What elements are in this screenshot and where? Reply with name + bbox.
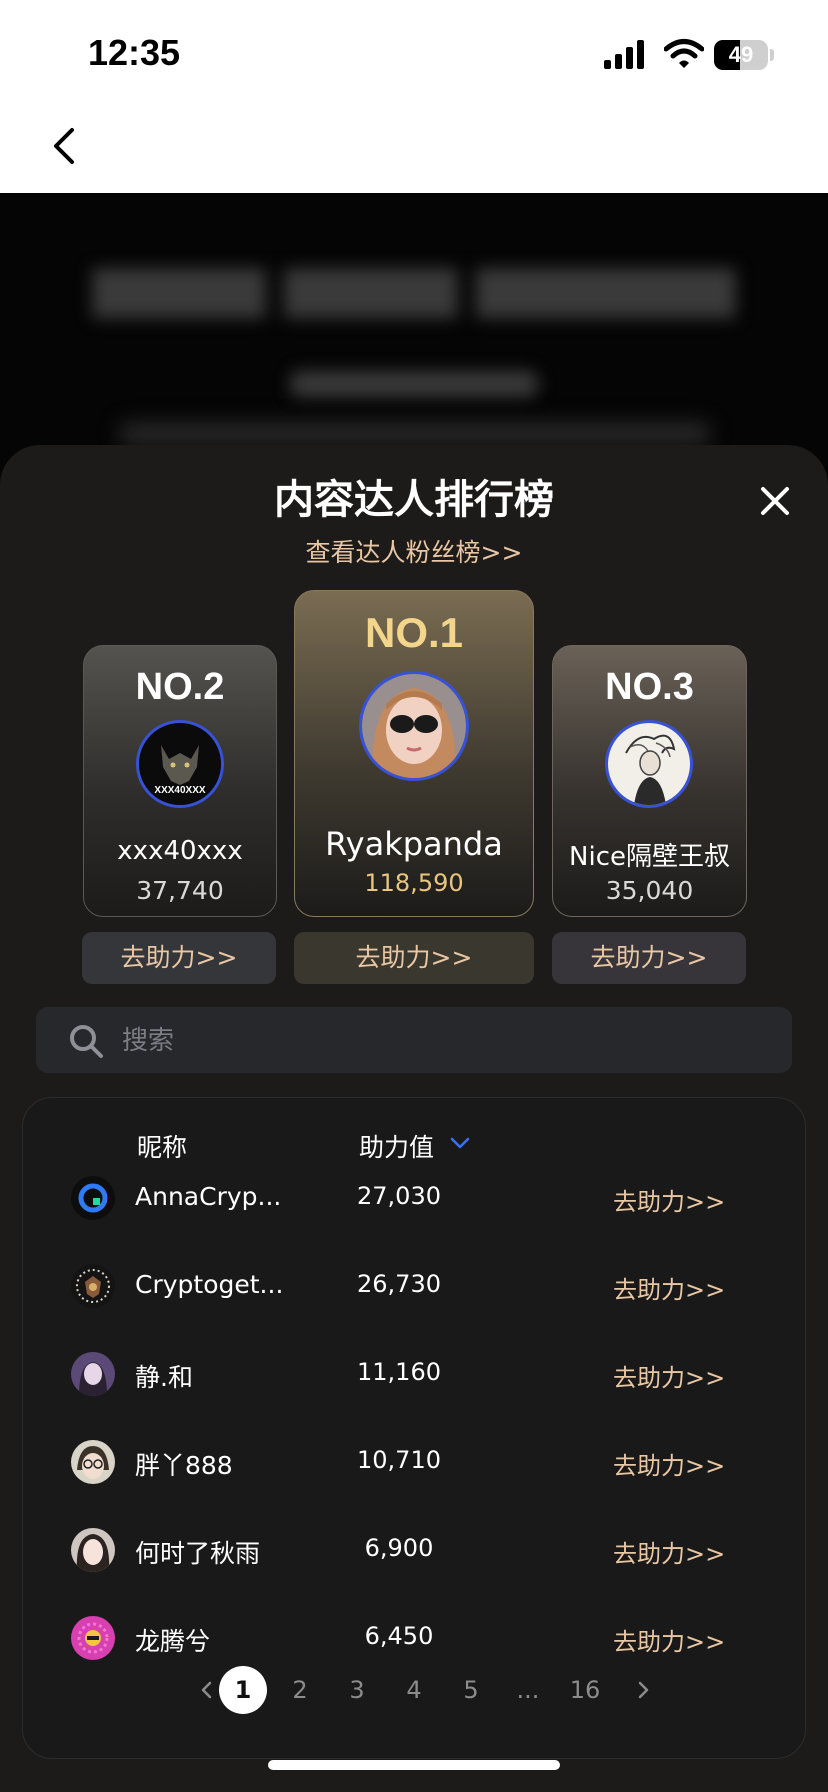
row-name: 龙腾兮: [135, 1627, 211, 1656]
home-indicator[interactable]: [268, 1760, 560, 1770]
battery-icon: 49: [714, 40, 768, 70]
page-4[interactable]: 4: [390, 1666, 438, 1714]
avatar-text: XXX40XXX: [154, 785, 205, 796]
podium-card-rank-3: NO.3 Nice隔壁王叔 35,040: [552, 645, 747, 917]
table-row: AnnaCryp... 27,030 去助力>>: [23, 1154, 805, 1242]
avatar[interactable]: XXX40XXX: [136, 720, 224, 808]
chevron-right-icon[interactable]: [619, 1666, 667, 1714]
podium-name: Nice隔壁王叔: [569, 842, 730, 872]
page-16[interactable]: 16: [561, 1666, 609, 1714]
search-bar: [36, 1007, 792, 1075]
row-name: AnnaCryp...: [135, 1182, 282, 1211]
rank-label: NO.3: [605, 666, 694, 708]
support-button-rank-1[interactable]: 去助力>>: [294, 932, 534, 984]
podium-card-rank-2: NO.2 XXX40XXX xxx40xxx 37,740: [83, 645, 277, 917]
podium-score: 37,740: [136, 876, 224, 905]
wolf-avatar-image: XXX40XXX: [139, 723, 221, 805]
row-value: 6,450: [364, 1622, 434, 1650]
avatar[interactable]: [605, 720, 693, 808]
sketch-avatar-image: [608, 723, 690, 805]
signal-icon: [604, 40, 644, 69]
blurred-heading: ▆▆▆▆ ▆▆▆▆ ▆▆▆▆▆▆: [93, 253, 735, 318]
page-1[interactable]: 1: [219, 1666, 267, 1714]
page-ellipsis: ...: [516, 1676, 540, 1704]
search-input[interactable]: [120, 1007, 764, 1075]
emblem-avatar-image: [71, 1264, 115, 1308]
row-name: 胖丫888: [135, 1451, 233, 1480]
fans-ranking-link[interactable]: 查看达人粉丝榜>>: [0, 533, 828, 569]
blurred-row: [120, 423, 710, 445]
sunglasses-avatar-image: [362, 674, 466, 778]
avatar[interactable]: [71, 1352, 115, 1396]
row-support-button[interactable]: 去助力>>: [613, 1534, 725, 1569]
page-5[interactable]: 5: [447, 1666, 495, 1714]
row-support-button[interactable]: 去助力>>: [613, 1270, 725, 1305]
table-row: 胖丫888 10,710 去助力>>: [23, 1418, 805, 1506]
nav-bar: [0, 100, 828, 193]
table-row: 何时了秋雨 6,900 去助力>>: [23, 1506, 805, 1594]
avatar[interactable]: [71, 1616, 115, 1660]
support-button-rank-3[interactable]: 去助力>>: [552, 932, 746, 984]
battery-level: 49: [728, 42, 754, 67]
status-bar: 12:35 49: [0, 0, 828, 100]
table-row: 静.和 11,160 去助力>>: [23, 1330, 805, 1418]
pagination: 1 2 3 4 5 ... 16: [23, 1666, 805, 1716]
page-2[interactable]: 2: [276, 1666, 324, 1714]
ranking-sheet: 内容达人排行榜 查看达人粉丝榜>> NO.2 XXX40XXX xxx40xxx…: [0, 445, 828, 1792]
row-value: 11,160: [357, 1358, 441, 1386]
row-support-button[interactable]: 去助力>>: [613, 1446, 725, 1481]
row-value: 26,730: [357, 1270, 441, 1298]
sheet-title: 内容达人排行榜: [274, 477, 554, 523]
row-value: 6,900: [364, 1534, 434, 1562]
avatar[interactable]: [71, 1528, 115, 1572]
rank-label: NO.2: [135, 666, 225, 708]
avatar[interactable]: [359, 671, 469, 781]
podium-name: Ryakpanda: [325, 825, 503, 863]
avatar[interactable]: [71, 1264, 115, 1308]
close-icon[interactable]: [755, 481, 795, 521]
chevron-left-icon[interactable]: [44, 124, 84, 168]
face-avatar-image: [71, 1528, 115, 1572]
row-value: 10,710: [357, 1446, 441, 1474]
portrait-avatar-image: [71, 1352, 115, 1396]
battery-cap: [770, 49, 774, 61]
podium-card-rank-1: NO.1 Ryakpanda 118,590: [294, 590, 534, 917]
blurred-subheading: [290, 371, 538, 397]
support-button-rank-2[interactable]: 去助力>>: [82, 932, 276, 984]
rank-label: NO.1: [364, 609, 464, 656]
table-row: Cryptoget... 26,730 去助力>>: [23, 1242, 805, 1330]
logo-avatar-image: [71, 1176, 115, 1220]
row-value: 27,030: [357, 1182, 441, 1210]
search-icon: [70, 1025, 103, 1058]
row-name: 何时了秋雨: [135, 1539, 261, 1568]
podium-score: 118,590: [364, 869, 464, 897]
row-support-button[interactable]: 去助力>>: [613, 1622, 725, 1657]
avatar[interactable]: [71, 1440, 115, 1484]
chevron-down-icon[interactable]: [447, 1130, 473, 1156]
cartoon-avatar-image: [71, 1616, 115, 1660]
status-time: 12:35: [88, 32, 181, 73]
row-support-button[interactable]: 去助力>>: [613, 1182, 725, 1217]
avatar[interactable]: [71, 1176, 115, 1220]
row-support-button[interactable]: 去助力>>: [613, 1358, 725, 1393]
glasses-avatar-image: [71, 1440, 115, 1484]
ranking-table: 昵称 助力值 AnnaCryp... 27,030 去助力>> Cryptoge…: [22, 1097, 806, 1759]
row-name: 静.和: [135, 1363, 193, 1392]
row-name: Cryptoget...: [135, 1270, 284, 1299]
podium-score: 35,040: [605, 876, 694, 905]
podium-name: xxx40xxx: [117, 836, 243, 866]
wifi-icon: [664, 39, 704, 68]
page-3[interactable]: 3: [333, 1666, 381, 1714]
